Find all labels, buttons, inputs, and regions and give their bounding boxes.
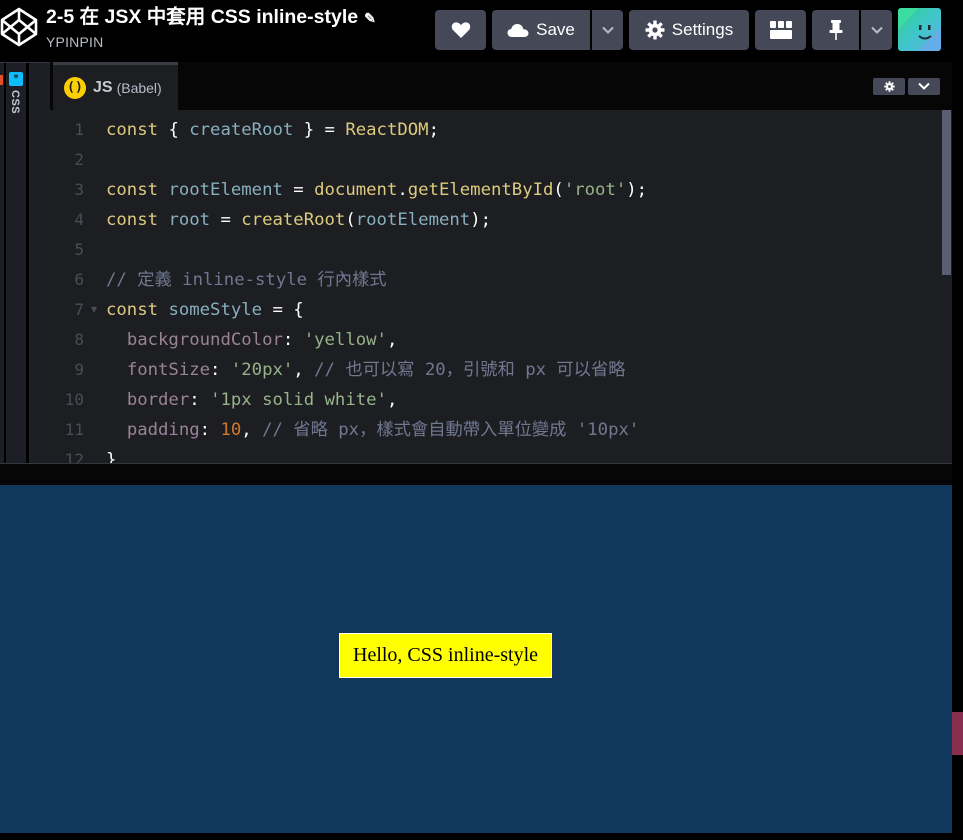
side-badge[interactable] [952,712,963,755]
line-number: 5 [74,240,84,259]
line-number: 8 [74,330,84,349]
pin-button[interactable] [812,10,859,50]
line-number: 3 [74,180,84,199]
result-resizer[interactable] [0,463,952,485]
css-icon: * [9,72,23,86]
line-number: 11 [64,420,84,439]
chevron-down-icon [870,26,883,34]
avatar[interactable] [898,8,941,51]
avatar-image [898,8,941,51]
pen-title-area: 2-5 在 JSX 中套用 CSS inline-style ✎ YPINPIN [46,3,376,52]
line-number: 4 [74,210,84,229]
editor-header: () JS (Babel) [50,62,952,110]
editor-scrollbar[interactable] [941,110,952,463]
heart-icon [451,22,470,38]
code-line[interactable]: const rootElement = document.getElementB… [106,175,647,205]
chevron-down-icon [918,82,930,90]
pen-title-text[interactable]: 2-5 在 JSX 中套用 CSS inline-style [46,6,358,28]
editor-settings-button[interactable] [873,78,905,95]
css-editor-collapsed[interactable]: * CSS [9,72,23,114]
line-number: 9 [74,360,84,379]
change-view-button[interactable] [755,10,806,50]
gear-icon [883,81,895,92]
result-preview: Hello, CSS inline-style [0,485,952,833]
js-icon: () [64,76,86,99]
pin-dropdown-button[interactable] [861,10,892,50]
pen-title[interactable]: 2-5 在 JSX 中套用 CSS inline-style ✎ [46,3,376,32]
code-area[interactable]: const { createRoot } = ReactDOM; const r… [106,115,647,463]
gear-icon [645,20,665,40]
line-number-gutter: 1 2 3 4 5 6 7 ▼ 8 9 10 11 12 [50,110,97,463]
cloud-icon [507,23,529,37]
codepen-logo-icon[interactable] [0,6,38,48]
save-dropdown-button[interactable] [592,10,623,50]
code-line[interactable]: border: '1px solid white', [106,385,647,415]
code-line[interactable]: // 定義 inline-style 行內樣式 [106,265,647,295]
code-line[interactable]: } [106,445,647,463]
code-line[interactable]: backgroundColor: 'yellow', [106,325,647,355]
settings-button[interactable]: Settings [629,10,749,50]
settings-label: Settings [671,20,734,39]
line-number: 12 [64,450,84,463]
pin-icon [829,20,842,40]
code-line[interactable] [106,235,647,265]
header: 2-5 在 JSX 中套用 CSS inline-style ✎ YPINPIN … [0,0,963,62]
layout-icon [769,21,792,39]
bottom-edge [0,833,963,840]
save-label: Save [536,20,575,39]
js-preprocessor-label: (Babel) [116,79,162,96]
code-line[interactable]: const someStyle = { [106,295,647,325]
love-button[interactable] [435,10,486,50]
pencil-icon[interactable]: ✎ [364,10,376,26]
code-line[interactable]: const root = createRoot(rootElement); [106,205,647,235]
code-line[interactable] [106,145,647,175]
hello-box: Hello, CSS inline-style [339,633,552,678]
code-line[interactable]: padding: 10, // 省略 px，樣式會自動帶入單位變成 '10px' [106,415,647,445]
js-label: JS [93,78,113,96]
html-editor-collapsed[interactable] [0,75,3,85]
line-number: 6 [74,270,84,289]
scrollbar-thumb[interactable] [942,110,951,275]
line-number: 10 [64,390,84,409]
code-line[interactable]: fontSize: '20px', // 也可以寫 20，引號和 px 可以省略 [106,355,647,385]
chevron-down-icon [601,26,614,34]
fold-arrow-icon[interactable]: ▼ [91,295,97,325]
editor-divider[interactable] [4,63,6,464]
line-number: 7 [74,300,84,319]
line-number: 2 [74,150,84,169]
code-line[interactable]: const { createRoot } = ReactDOM; [106,115,647,145]
tab-js[interactable]: () JS (Babel) [53,62,178,110]
editor-divider[interactable] [26,63,29,464]
save-button[interactable]: Save [492,10,590,50]
pen-author[interactable]: YPINPIN [46,32,376,52]
collapsed-editors: * CSS [0,62,50,464]
css-label: CSS [9,90,21,115]
editor-collapse-button[interactable] [908,78,940,95]
line-number: 1 [74,120,84,139]
js-editor: () JS (Babel) 1 2 3 4 5 6 7 ▼ 8 9 10 11 … [50,62,952,463]
